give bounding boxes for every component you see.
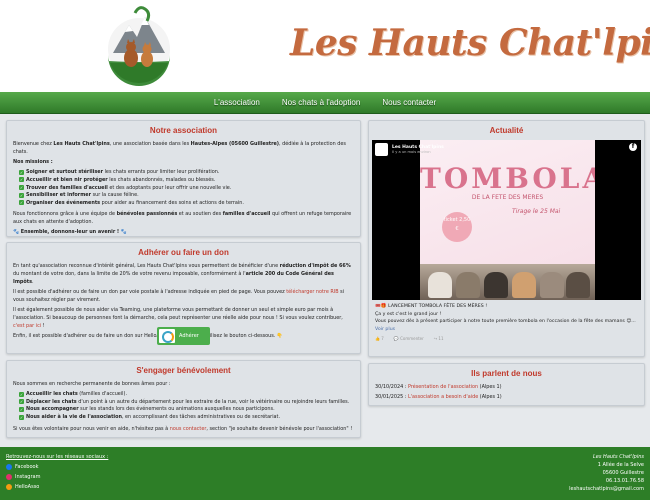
footer-email[interactable]: leshautschatlpins@gmail.com xyxy=(569,485,644,493)
missions-list: ✓ Soigner et surtout stériliser les chats… xyxy=(19,169,354,207)
list-item: ✓ Sensibiliser et informer sur la cause f… xyxy=(19,192,139,199)
check-icon: ✓ xyxy=(19,177,24,183)
site-footer: Retrouvez-nous sur les réseaux sociaux :… xyxy=(0,447,650,500)
site-title[interactable]: Les Hauts Chat'lpins xyxy=(290,22,650,64)
helloasso-icon xyxy=(6,484,12,490)
benevolat-intro: Nous sommes en recherche permanente de b… xyxy=(13,381,171,387)
site-logo[interactable] xyxy=(107,3,171,87)
list-item: ✓ Soigner et surtout stériliser les chats… xyxy=(19,169,220,176)
fb-post-time: Il y a un mois environ xyxy=(392,149,431,154)
fb-page-name[interactable]: Les Hauts Chat'lpins xyxy=(392,145,444,150)
benevolat-panel: S'engager bénévolement Nous sommes en re… xyxy=(6,360,361,438)
footer-street: 1 Allée de la Selve xyxy=(597,462,644,468)
footer-org-name: Les Hauts Chat'lpins xyxy=(593,454,644,460)
adherer-button-label: Adhérer xyxy=(179,333,199,339)
poster-ticket: ticket 2,50 € xyxy=(442,212,472,242)
nav-item-contact[interactable]: Nous contacter xyxy=(382,98,436,107)
facebook-post-header: Les Hauts Chat'lpins Il y a un mois envi… xyxy=(372,140,641,158)
actualite-title: Actualité xyxy=(489,126,524,135)
instagram-link[interactable]: Instagram xyxy=(6,472,108,482)
facebook-post-actions: 👍 7 💬 Commenter ↪ 11 xyxy=(375,336,444,341)
poster-draw-date: Tirage le 25 Mai xyxy=(512,208,561,215)
post-line: Ça y est c'est le grand jour ! xyxy=(375,311,442,317)
check-icon: ✓ xyxy=(19,169,24,175)
cats-photo xyxy=(420,264,595,300)
check-icon: ✓ xyxy=(19,192,24,198)
presse-link[interactable]: L'association a besoin d'aide xyxy=(408,394,478,400)
presse-item: 30/10/2024 : Présentation de l'associati… xyxy=(375,384,502,390)
benevolat-title: S'engager bénévolement xyxy=(136,366,231,375)
association-intro: Bienvenue chez Les Hauts Chat'lpins, une… xyxy=(13,141,346,155)
adherer-tax-text: En tant qu'association reconnue d'intérê… xyxy=(13,263,351,285)
footer-city: 05600 Guillestre xyxy=(602,470,644,476)
comment-button[interactable]: 💬 Commenter xyxy=(394,336,424,341)
presse-link[interactable]: Présentation de l'association xyxy=(408,384,478,390)
instagram-icon xyxy=(6,474,12,480)
adherer-title: Adhérer ou faire un don xyxy=(138,248,229,257)
facebook-icon[interactable]: f xyxy=(629,143,637,151)
footer-socials: Retrouvez-nous sur les réseaux sociaux :… xyxy=(6,452,108,492)
list-item: ✓ Accueillir les chats (familles d'accuei… xyxy=(19,391,127,398)
helloasso-adherer-button[interactable]: Adhérer xyxy=(157,327,210,345)
facebook-link[interactable]: Facebook xyxy=(6,462,108,472)
check-icon: ✓ xyxy=(19,391,24,397)
facebook-icon xyxy=(6,464,12,470)
helloasso-icon xyxy=(159,329,175,343)
facebook-post-text: 🎟️🎁 LANCEMENT TOMBOLA FÊTE DES MÈRES ! Ç… xyxy=(375,303,639,333)
association-together: 🐾 Ensemble, donnons-leur un avenir ! 🐾 xyxy=(13,229,127,236)
association-title: Notre association xyxy=(149,126,218,135)
benevolat-list: ✓ Accueillir les chats (familles d'accuei… xyxy=(19,391,354,421)
facebook-post[interactable]: TOMBOLA DE LA FETE DES MERES ticket 2,50… xyxy=(372,140,641,300)
benevolat-outro: Si vous êtes volontaire pour nous venir … xyxy=(13,425,353,432)
rib-link[interactable]: télécharger notre RIB xyxy=(286,289,338,295)
poster-title: TOMBOLA xyxy=(420,162,595,195)
tombola-poster-image: TOMBOLA DE LA FETE DES MERES ticket 2,50… xyxy=(420,140,595,300)
main-nav: L'association Nos chats à l'adoption Nou… xyxy=(0,92,650,114)
contact-link[interactable]: nous contacter xyxy=(170,426,207,432)
post-line: Vous pouvez dès à présent participer à n… xyxy=(375,319,636,332)
footer-address: Les Hauts Chat'lpins 1 Allée de la Selve… xyxy=(569,453,644,493)
association-team: Nous fonctionnons grâce à une équipe de … xyxy=(13,211,352,226)
teaming-link[interactable]: c'est par ici xyxy=(13,323,41,329)
check-icon: ✓ xyxy=(19,414,24,420)
list-item: ✓ Nous aider à la vie de l'association, e… xyxy=(19,414,281,421)
footer-phone[interactable]: 06.13.01.76.58 xyxy=(569,477,644,485)
check-icon: ✓ xyxy=(19,185,24,191)
nav-item-association[interactable]: L'association xyxy=(214,98,260,107)
list-item: ✓ Organiser des événements pour aider au … xyxy=(19,199,244,206)
site-header: Les Hauts Chat'lpins xyxy=(0,0,650,92)
page-avatar[interactable] xyxy=(375,142,388,156)
missions-label: Nos missions : xyxy=(13,159,53,166)
see-more-link[interactable]: Voir plus xyxy=(375,327,395,332)
presse-panel: Ils parlent de nous 30/10/2024 : Présent… xyxy=(368,363,645,406)
presse-item: 30/01/2025 : L'association a besoin d'ai… xyxy=(375,394,502,401)
poster-subtitle: DE LA FETE DES MERES xyxy=(471,194,544,201)
check-icon: ✓ xyxy=(19,399,24,405)
check-icon: ✓ xyxy=(19,200,24,206)
helloasso-link[interactable]: HelloAsso xyxy=(6,482,108,492)
check-icon: ✓ xyxy=(19,406,24,412)
post-line: 🎟️🎁 LANCEMENT TOMBOLA FÊTE DES MÈRES ! xyxy=(375,304,488,309)
presse-title: Ils parlent de nous xyxy=(471,369,542,378)
nav-item-adoption[interactable]: Nos chats à l'adoption xyxy=(282,98,360,107)
adherer-postal-text: Il est possible d'adhérer ou de faire un… xyxy=(13,288,345,303)
list-item: ✓ Nous accompagner sur les stands lors de… xyxy=(19,406,275,413)
share-button[interactable]: ↪ 11 xyxy=(434,336,444,341)
footer-follow-label: Retrouvez-nous sur les réseaux sociaux : xyxy=(6,454,109,460)
list-item: ✓ Accueillir et bien nir protéger les cha… xyxy=(19,176,216,183)
association-panel: Notre association Bienvenue chez Les Hau… xyxy=(6,120,361,237)
like-button[interactable]: 👍 7 xyxy=(375,336,384,341)
